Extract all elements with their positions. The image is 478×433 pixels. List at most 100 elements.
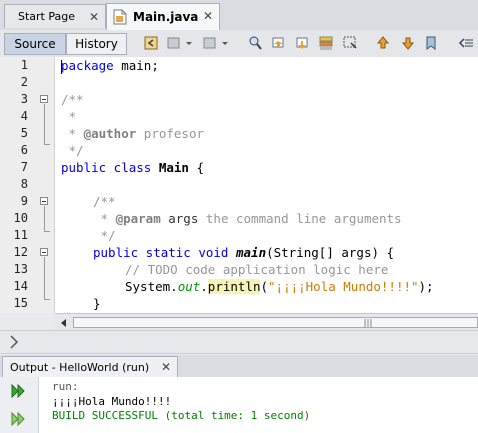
fold-toggle-icon[interactable] [40, 248, 48, 256]
line-number-gutter: 1 2 3 4 5 6 7 8 9 10 11 12 13 14 15 [0, 57, 55, 313]
fold-end-marker [44, 299, 50, 300]
close-icon[interactable]: ✕ [161, 360, 171, 374]
find-previous-icon[interactable] [270, 35, 286, 51]
scrollbar-thumb[interactable] [73, 317, 478, 328]
fold-toggle-icon[interactable] [40, 197, 48, 205]
code-line: */ [93, 228, 116, 243]
select-icon[interactable] [342, 35, 358, 51]
comment: profesor [136, 126, 204, 141]
fold-guide [44, 206, 45, 231]
tab-label: Output - HelloWorld (run) [10, 360, 150, 374]
line-number: 11 [13, 228, 28, 242]
code-line: package main; [61, 57, 159, 74]
method-call: println [207, 279, 261, 294]
line-number: 6 [20, 143, 28, 157]
editor-tab-bar: Start Page ✕ Main.java ✕ [0, 0, 478, 31]
line-number: 2 [20, 75, 28, 89]
line-number: 15 [13, 296, 28, 310]
find-next-icon[interactable] [294, 35, 310, 51]
line-number: 3 [20, 92, 28, 106]
dropdown-icon[interactable] [185, 35, 193, 51]
java-file-icon [113, 9, 127, 25]
code-line: /** [93, 194, 116, 209]
line-number: 1 [20, 58, 28, 72]
tab-main-java[interactable]: Main.java ✕ [106, 3, 220, 30]
history-button[interactable]: History [66, 33, 127, 55]
scroll-left-arrow-icon[interactable] [60, 318, 68, 328]
toggle-highlight-icon[interactable] [318, 35, 334, 51]
close-icon[interactable]: ✕ [89, 10, 99, 24]
line-number: 4 [20, 109, 28, 123]
code-line: // TODO code application logic here [125, 262, 389, 277]
javadoc-tag: @author [83, 126, 137, 141]
string-literal: "¡¡¡¡Hola Mundo!!!!" [268, 279, 419, 294]
source-button[interactable]: Source [4, 33, 66, 55]
grip-icon [364, 319, 372, 327]
code-text: (String[] args) { [266, 245, 395, 260]
shift-left-icon[interactable] [458, 35, 474, 51]
output-action-bar [0, 377, 39, 433]
editor-toolbar: Source History [0, 30, 478, 58]
output-line: run: [52, 380, 79, 393]
code-text: System. [125, 279, 178, 294]
forward-icon[interactable] [202, 35, 218, 51]
output-line: BUILD SUCCESSFUL (total time: 1 second) [52, 409, 311, 422]
fold-end-marker [44, 144, 50, 145]
back-icon[interactable] [143, 35, 159, 51]
keyword: public static void [93, 245, 236, 260]
navigation-bar [0, 330, 478, 354]
static-field: out [177, 279, 201, 294]
tab-label: Main.java [133, 10, 199, 24]
code-text: ); [418, 279, 434, 294]
code-line: * [61, 109, 77, 124]
chevron-right-icon[interactable] [9, 335, 19, 349]
next-bookmark-icon[interactable] [400, 35, 416, 51]
code-line: public class Main { [61, 159, 204, 176]
line-number: 12 [13, 245, 28, 259]
comment: * [93, 211, 116, 226]
tab-start-page[interactable]: Start Page ✕ [4, 4, 106, 28]
line-number: 8 [20, 177, 28, 191]
toggle-bookmark-icon[interactable] [424, 35, 440, 51]
code-text: ( [260, 279, 269, 294]
javadoc-tag: @param [115, 211, 161, 226]
keyword: package [61, 58, 114, 73]
fold-toggle-icon[interactable] [40, 95, 48, 103]
fold-end-marker [44, 231, 50, 232]
line-number: 9 [20, 194, 28, 208]
code-line: public static void main(String[] args) { [93, 244, 394, 261]
horizontal-scrollbar[interactable] [55, 313, 478, 331]
fold-guide [44, 104, 45, 144]
line-number: 14 [13, 279, 28, 293]
code-text: . [200, 279, 208, 294]
line-number: 10 [13, 211, 28, 225]
code-line: } [93, 296, 101, 311]
find-icon[interactable] [247, 35, 263, 51]
previous-bookmark-icon[interactable] [375, 35, 391, 51]
comment: the command line arguments [198, 211, 402, 226]
tab-output[interactable]: Output - HelloWorld (run) ✕ [2, 356, 178, 377]
rerun-icon[interactable] [10, 383, 26, 399]
tab-label: Start Page [18, 10, 75, 23]
forward-history-icon[interactable] [166, 35, 182, 51]
line-number: 7 [20, 160, 28, 174]
dropdown-icon[interactable] [221, 35, 229, 51]
code-editor[interactable]: package main; /** * * @author profesor *… [55, 57, 478, 313]
class-name: Main [158, 160, 189, 175]
line-number: 13 [13, 262, 28, 276]
fold-guide [44, 257, 45, 299]
method-name: main [236, 245, 267, 260]
code-line: */ [61, 143, 84, 158]
line-number: 5 [20, 126, 28, 140]
comment: * [61, 126, 84, 141]
output-line: ¡¡¡¡Hola Mundo!!!! [52, 395, 172, 408]
code-line: * @param args the command line arguments [93, 210, 402, 227]
code-line: /** [61, 92, 84, 107]
keyword: public class [61, 160, 159, 175]
close-icon[interactable]: ✕ [203, 9, 213, 23]
rerun-with-options-icon[interactable] [10, 411, 26, 427]
output-tab-bar: Output - HelloWorld (run) ✕ [0, 355, 478, 378]
code-text: main; [113, 58, 159, 73]
code-line: System.out.println("¡¡¡¡Hola Mundo!!!!")… [125, 278, 434, 295]
param-name: args [160, 211, 199, 226]
